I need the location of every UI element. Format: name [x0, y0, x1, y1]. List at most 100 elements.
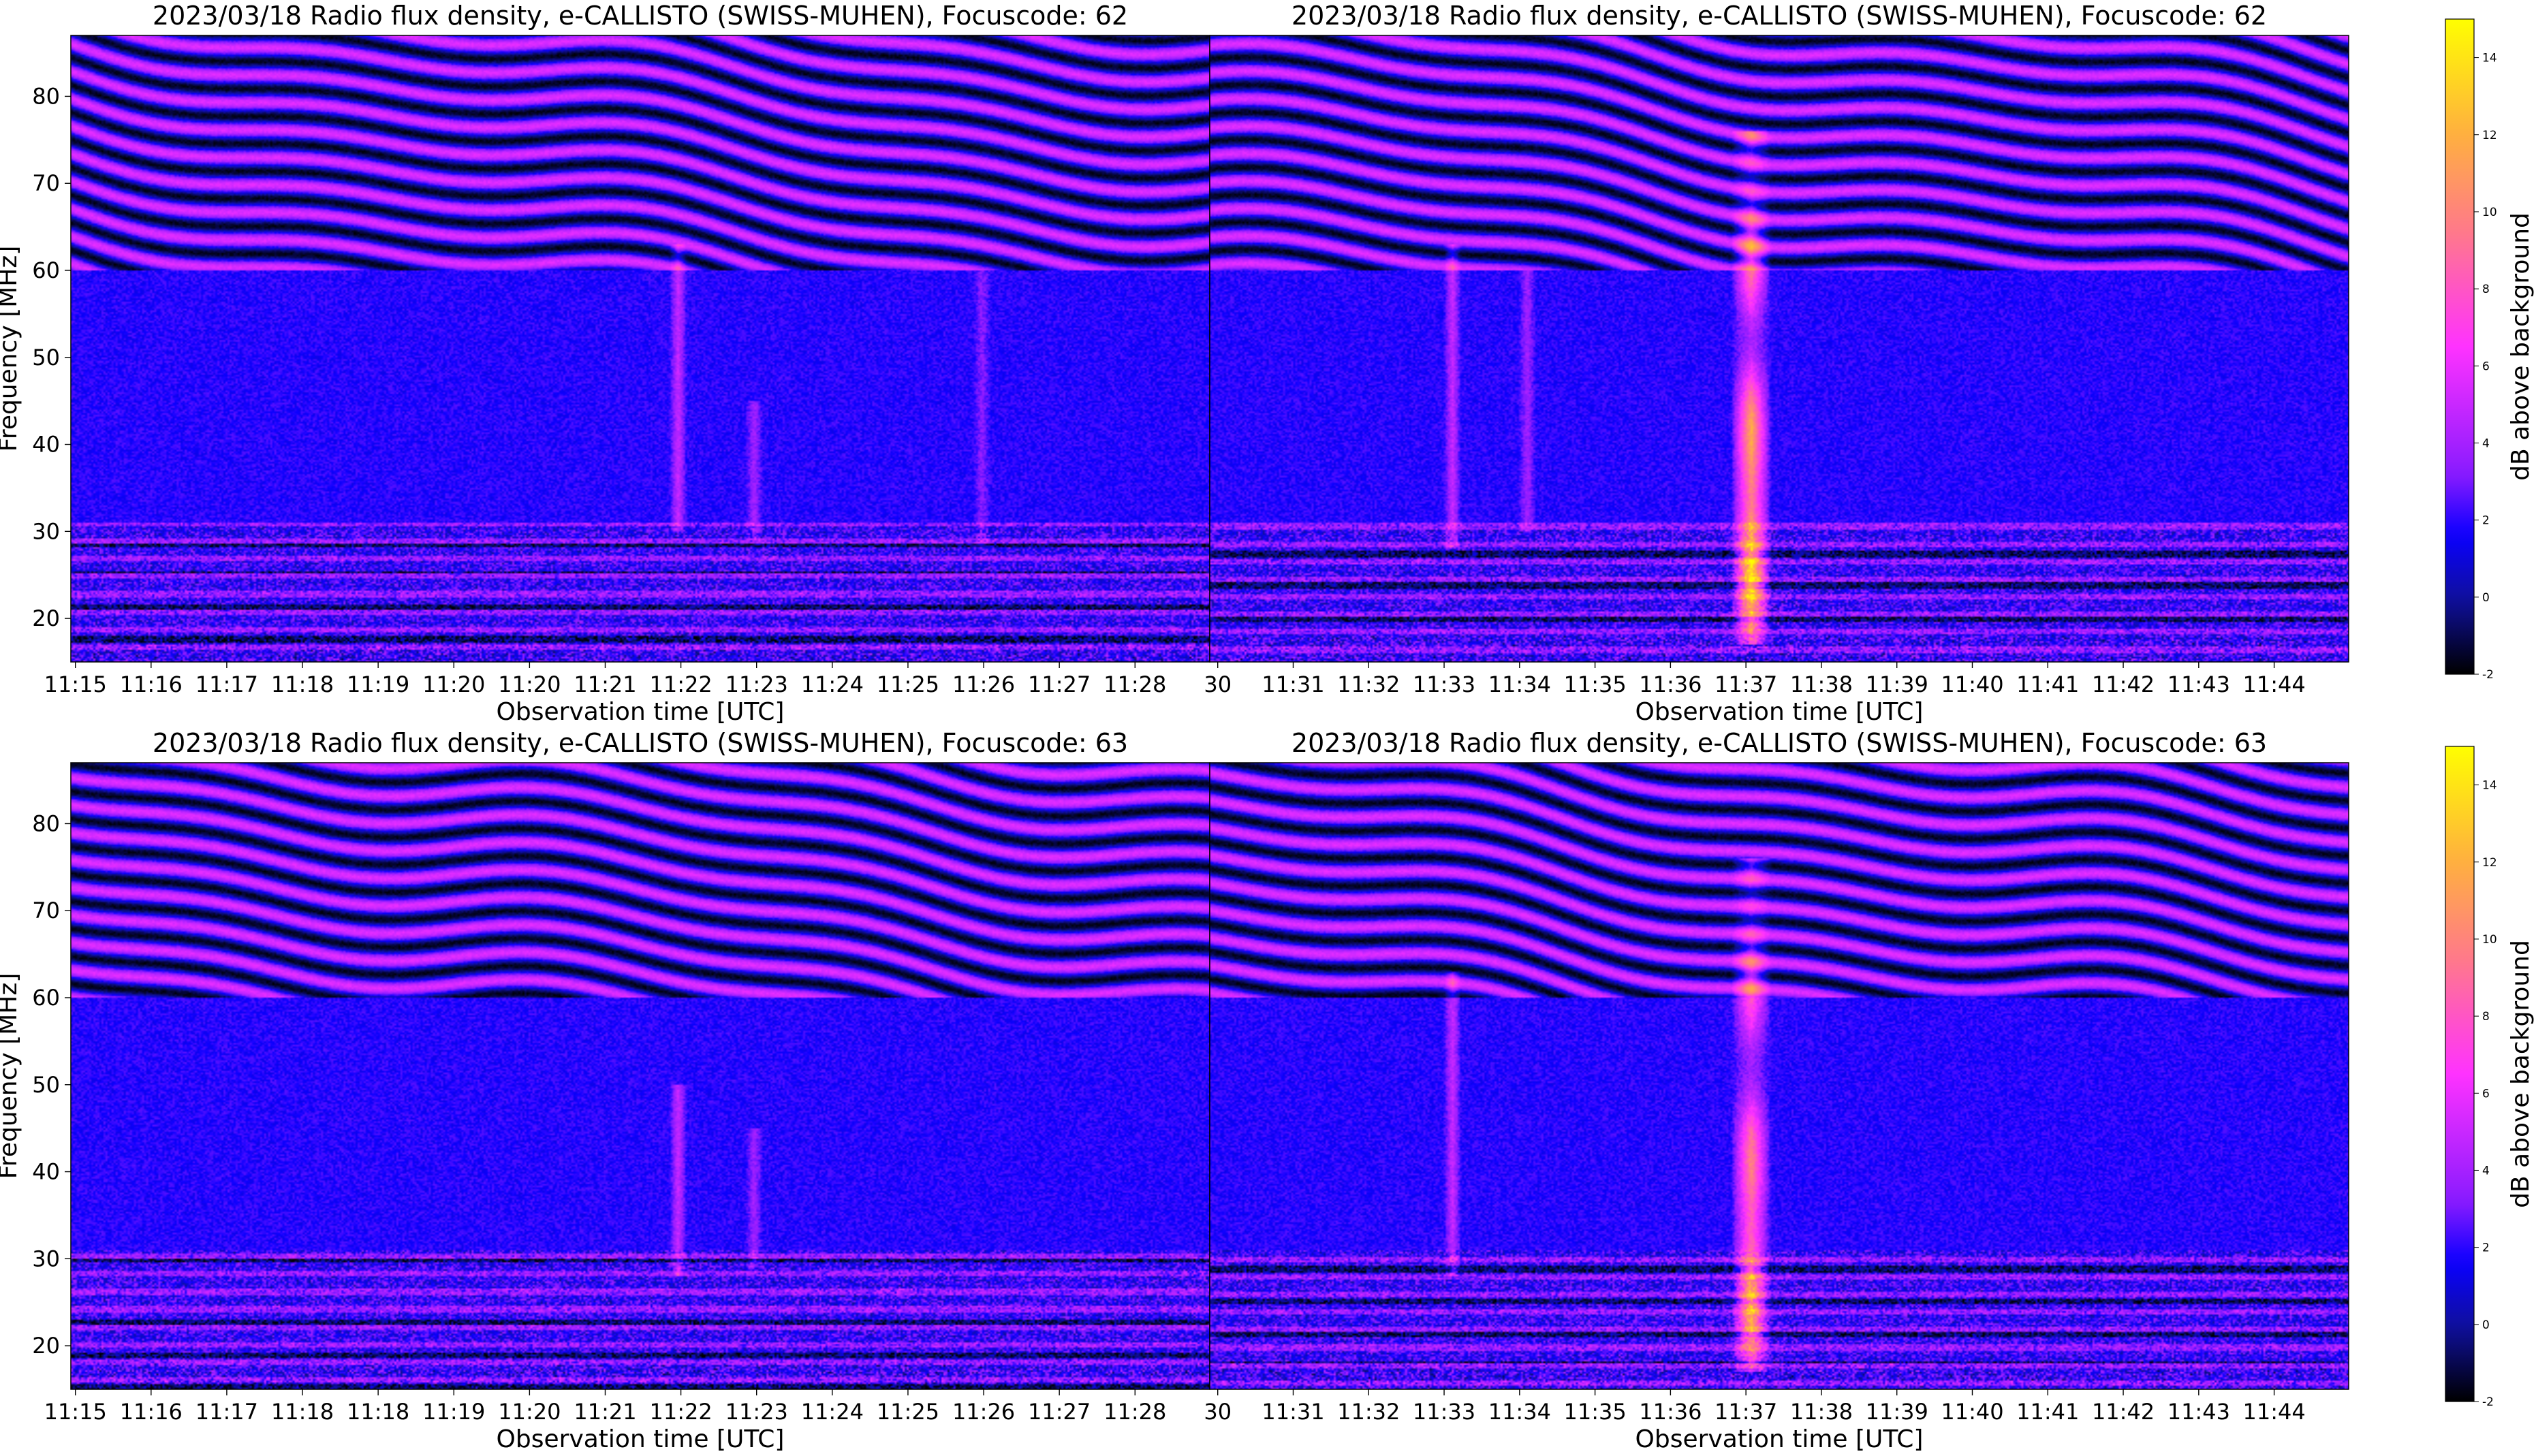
- colorbar-top: -2 0 2 4 6 8 10 12 14 dB above background: [2445, 18, 2535, 682]
- colorbar-tick-label: 6: [2482, 360, 2490, 373]
- x-tick-label: 11:24: [801, 671, 864, 697]
- colorbar-tick-label: -2: [2482, 1395, 2494, 1409]
- x-tick-label: 11:39: [1866, 1399, 1928, 1425]
- x-tick-label: 11:25: [877, 1399, 939, 1425]
- x-tick-label: 11:35: [1563, 1399, 1626, 1425]
- panel-title: 2023/03/18 Radio flux density, e-CALLIST…: [153, 728, 1128, 758]
- x-tick-label: 11:18: [271, 1399, 334, 1425]
- x-tick-label: 11:22: [649, 671, 712, 697]
- panel-title: 2023/03/18 Radio flux density, e-CALLIST…: [1292, 1, 2267, 31]
- colorbar-tick-label: 8: [2482, 283, 2490, 296]
- y-tick-label: 50: [32, 345, 60, 370]
- y-tick-label: 20: [32, 605, 60, 631]
- spectrogram-top-right: [1210, 35, 2349, 662]
- figure: 2023/03/18 Radio flux density, e-CALLIST…: [0, 0, 2536, 1453]
- x-axis-label: Observation time [UTC]: [1635, 1425, 1924, 1453]
- colorbar-tick-label: 0: [2482, 1318, 2490, 1332]
- x-tick-label: 11:27: [1028, 671, 1091, 697]
- x-tick-label: 11:32: [1337, 1399, 1400, 1425]
- x-tick-label: 11:38: [1790, 671, 1853, 697]
- x-tick-label: 30: [1204, 671, 1232, 697]
- y-tick-label: 30: [32, 518, 60, 544]
- y-tick-label: 70: [32, 898, 60, 923]
- x-tick-label: 11:40: [1941, 1399, 2003, 1425]
- x-axis-label: Observation time [UTC]: [497, 1425, 785, 1453]
- x-tick-label: 11:19: [347, 671, 409, 697]
- x-tick-label: 11:26: [952, 671, 1015, 697]
- x-tick-label: 11:20: [498, 671, 561, 697]
- colorbar-gradient: [2445, 746, 2475, 1402]
- x-tick-label: 11:15: [44, 671, 107, 697]
- x-tick-label: 11:43: [2167, 671, 2230, 697]
- x-tick-label: 11:34: [1488, 1399, 1551, 1425]
- y-tick-label: 40: [32, 432, 60, 458]
- colorbar-tick-label: 10: [2482, 206, 2497, 219]
- colorbar-label: dB above background: [2507, 212, 2535, 481]
- x-tick-label: 11:16: [120, 1399, 183, 1425]
- x-tick-label: 11:18: [271, 671, 334, 697]
- x-tick-label: 11:23: [725, 1399, 788, 1425]
- x-tick-label: 11:20: [422, 671, 485, 697]
- colorbar-tick-label: 14: [2482, 779, 2497, 793]
- x-tick-label: 30: [1204, 1399, 1232, 1425]
- x-tick-label: 11:27: [1028, 1399, 1091, 1425]
- x-tick-label: 11:33: [1413, 671, 1475, 697]
- x-tick-label: 11:33: [1413, 1399, 1475, 1425]
- x-tick-label: 11:36: [1639, 671, 1702, 697]
- y-tick-label: 20: [32, 1333, 60, 1359]
- x-tick-label: 11:21: [574, 671, 636, 697]
- x-tick-label: 11:15: [44, 1399, 107, 1425]
- x-tick-label: 11:17: [195, 671, 258, 697]
- y-axis-label: Frequency [MHz]: [0, 973, 22, 1180]
- spectrogram-bottom-right: [1210, 763, 2349, 1389]
- y-tick-label: 60: [32, 257, 60, 283]
- x-tick-label: 11:44: [2242, 671, 2305, 697]
- x-tick-label: 11:44: [2242, 1399, 2305, 1425]
- colorbar-gradient: [2445, 18, 2475, 675]
- x-tick-label: 11:16: [120, 671, 183, 697]
- colorbar-tick-label: 10: [2482, 933, 2497, 947]
- x-tick-label: 11:18: [347, 1399, 409, 1425]
- colorbar-label: dB above background: [2507, 940, 2535, 1208]
- colorbar-tick-label: 8: [2482, 1010, 2490, 1024]
- y-tick-label: 50: [32, 1072, 60, 1098]
- y-axis-label: Frequency [MHz]: [0, 246, 22, 452]
- x-tick-label: 11:42: [2092, 1399, 2155, 1425]
- x-tick-label: 11:35: [1563, 671, 1626, 697]
- x-tick-label: 11:23: [725, 671, 788, 697]
- panel-title: 2023/03/18 Radio flux density, e-CALLIST…: [1292, 728, 2267, 758]
- colorbar-tick-label: 12: [2482, 856, 2497, 870]
- x-tick-label: 11:19: [422, 1399, 485, 1425]
- colorbar-bottom: -2 0 2 4 6 8 10 12 14 dB above background: [2445, 746, 2535, 1409]
- x-tick-label: 11:38: [1790, 1399, 1853, 1425]
- x-tick-label: 11:26: [952, 1399, 1015, 1425]
- y-tick-label: 80: [32, 810, 60, 836]
- x-tick-label: 11:21: [574, 1399, 636, 1425]
- panel-bottom-left: 2023/03/18 Radio flux density, e-CALLIST…: [0, 728, 1210, 1453]
- x-tick-label: 11:28: [1103, 671, 1166, 697]
- x-tick-label: 11:22: [649, 1399, 712, 1425]
- colorbar-tick-label: 12: [2482, 129, 2497, 142]
- x-tick-label: 11:25: [877, 671, 939, 697]
- x-tick-label: 11:37: [1715, 671, 1777, 697]
- colorbar-tick-label: 4: [2482, 437, 2490, 450]
- x-tick-label: 11:32: [1337, 671, 1400, 697]
- panel-bottom-right: 2023/03/18 Radio flux density, e-CALLIST…: [1204, 728, 2349, 1453]
- spectrogram-top-left: [71, 35, 1210, 662]
- panel-top-right: 2023/03/18 Radio flux density, e-CALLIST…: [1204, 1, 2349, 726]
- x-tick-label: 11:34: [1488, 671, 1551, 697]
- x-tick-label: 11:36: [1639, 1399, 1702, 1425]
- colorbar-tick-label: 2: [2482, 514, 2490, 528]
- colorbar-tick-label: 14: [2482, 52, 2497, 65]
- x-tick-label: 11:42: [2092, 671, 2155, 697]
- colorbar-tick-label: 2: [2482, 1241, 2490, 1255]
- x-tick-label: 11:37: [1715, 1399, 1777, 1425]
- y-tick-label: 80: [32, 83, 60, 109]
- y-tick-label: 40: [32, 1159, 60, 1185]
- y-tick-label: 70: [32, 170, 60, 196]
- colorbar-tick-label: 4: [2482, 1164, 2490, 1177]
- x-tick-label: 11:39: [1866, 671, 1928, 697]
- colorbar-tick-label: 0: [2482, 591, 2490, 605]
- panel-title: 2023/03/18 Radio flux density, e-CALLIST…: [153, 1, 1128, 31]
- x-axis-label: Observation time [UTC]: [497, 698, 785, 726]
